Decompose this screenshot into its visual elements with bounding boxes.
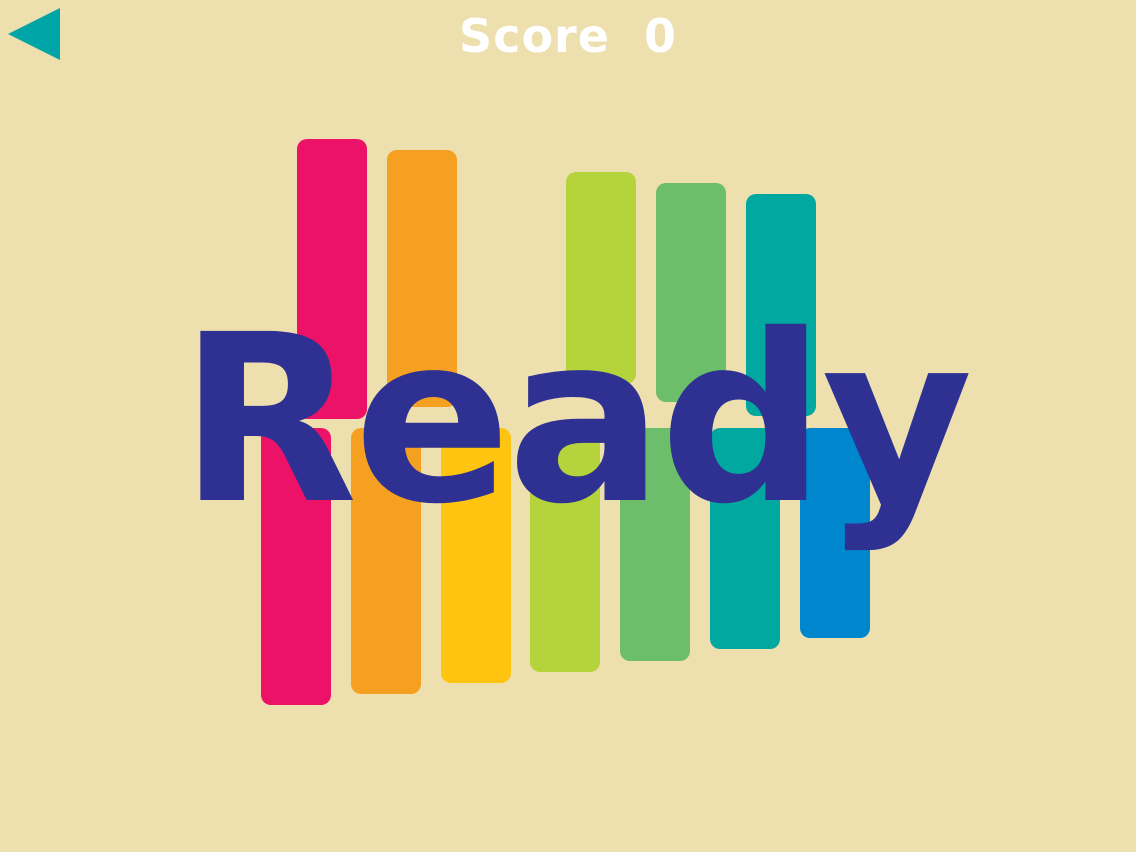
score-value: 0 bbox=[643, 9, 677, 63]
score-display: Score 0 bbox=[0, 8, 1136, 64]
score-label: Score bbox=[459, 9, 610, 63]
ready-text: Ready bbox=[179, 285, 973, 555]
